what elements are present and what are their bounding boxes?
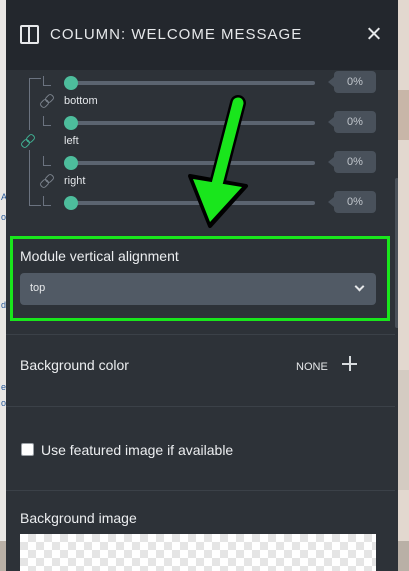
background-color-value: NONE [296, 361, 328, 373]
link-all-sides-icon[interactable] [21, 134, 35, 148]
chevron-down-icon [354, 281, 365, 292]
row-bracket [43, 76, 51, 86]
divider [6, 490, 395, 491]
padding-side-label: right [64, 175, 86, 187]
panel-title: COLUMN: WELCOME MESSAGE [50, 26, 303, 43]
padding-bottom-slider: 0% [6, 110, 398, 134]
panel-header: COLUMN: WELCOME MESSAGE [6, 0, 398, 70]
featured-image-label: Use featured image if available [41, 442, 234, 458]
row-bracket [43, 116, 51, 126]
link-top-bottom-icon[interactable] [40, 94, 54, 108]
column-layout-icon [20, 25, 39, 44]
padding-value: 0% [328, 111, 376, 133]
close-icon[interactable] [362, 22, 386, 46]
padding-value: 0% [328, 71, 376, 93]
padding-value: 0% [328, 191, 376, 213]
background-image-label: Background image [20, 510, 137, 526]
background-image-preview[interactable] [20, 534, 376, 571]
background-page-right [398, 0, 409, 571]
slider-knob[interactable] [64, 76, 78, 90]
featured-image-checkbox[interactable] [21, 443, 34, 456]
slider-knob[interactable] [64, 156, 78, 170]
link-left-right-icon[interactable] [40, 174, 54, 188]
add-color-icon[interactable] [342, 356, 358, 372]
padding-right-slider: 0% [6, 190, 398, 214]
slider-track[interactable] [70, 161, 315, 165]
alignment-select[interactable]: top [20, 273, 376, 305]
slider-track[interactable] [70, 201, 315, 205]
row-bracket [43, 156, 51, 166]
padding-value: 0% [328, 151, 376, 173]
column-settings-panel: COLUMN: WELCOME MESSAGE 0% bottom 0% lef… [6, 0, 398, 571]
row-bracket [43, 196, 51, 206]
slider-track[interactable] [70, 121, 315, 125]
padding-top-slider: 0% [6, 70, 398, 94]
divider [6, 334, 395, 335]
alignment-selected-value: top [30, 282, 46, 294]
divider [6, 406, 395, 407]
padding-left-slider: 0% [6, 150, 398, 174]
panel-scrollbar[interactable] [395, 178, 398, 328]
slider-track[interactable] [70, 81, 315, 85]
background-color-label: Background color [20, 357, 129, 373]
slider-knob[interactable] [64, 116, 78, 130]
padding-side-label: bottom [64, 95, 98, 107]
alignment-label: Module vertical alignment [20, 248, 179, 264]
slider-knob[interactable] [64, 196, 78, 210]
padding-side-label: left [64, 135, 79, 147]
